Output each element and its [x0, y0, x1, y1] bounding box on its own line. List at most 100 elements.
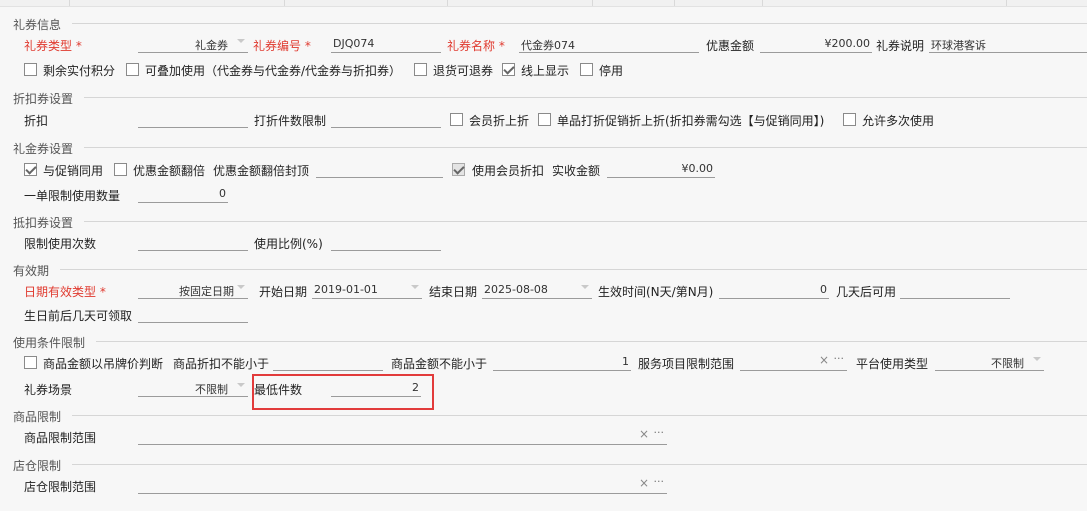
product-range-label: 商品限制范围 [24, 431, 97, 445]
stackable-label: 可叠加使用（代金券与代金券/代金券与折扣券） [145, 64, 402, 78]
section-title-gift: 礼金券设置 [13, 142, 74, 156]
allow-multiple-label: 允许多次使用 [862, 114, 935, 128]
clear-icon[interactable]: × [639, 476, 649, 490]
allow-multiple-checkbox[interactable] [843, 113, 856, 126]
received-amount-input[interactable]: ¥0.00 [607, 160, 715, 178]
with-promotion-label: 与促销同用 [43, 164, 104, 178]
section-title-validity: 有效期 [13, 264, 50, 278]
clear-icon[interactable]: × [639, 427, 649, 441]
more-icon[interactable]: ··· [834, 352, 845, 365]
item-limit-input[interactable] [331, 110, 441, 128]
chevron-down-icon [237, 383, 245, 387]
disable-checkbox[interactable] [580, 63, 593, 76]
remaining-points-label: 剩余实付积分 [43, 64, 116, 78]
usage-ratio-label: 使用比例(%) [254, 237, 323, 251]
coupon-desc-label: 礼券说明 [876, 39, 925, 53]
birthday-days-input[interactable] [138, 305, 248, 323]
date-type-select[interactable]: 按固定日期 [138, 281, 248, 299]
remaining-points-checkbox[interactable] [24, 63, 37, 76]
discount-label: 折扣 [24, 114, 49, 128]
highlight-box [252, 374, 434, 410]
discount-input[interactable] [138, 110, 248, 128]
amount-double-label: 优惠金额翻倍 [133, 164, 206, 178]
min-discount-input[interactable] [273, 353, 383, 371]
usage-ratio-input[interactable] [331, 233, 441, 251]
section-divider [72, 464, 1087, 465]
min-amount-input[interactable]: 1 [493, 353, 631, 371]
order-limit-label: 一单限制使用数量 [24, 189, 121, 203]
start-date-picker[interactable]: 2019-01-01 [312, 281, 422, 299]
coupon-name-label: 礼券名称 [447, 37, 505, 54]
double-cap-input[interactable] [316, 160, 443, 178]
section-divider [84, 147, 1087, 148]
date-type-label: 日期有效类型 [24, 283, 106, 300]
days-after-label: 几天后可用 [836, 285, 897, 299]
coupon-type-select[interactable]: 礼金券 [138, 35, 248, 53]
section-title-deduction: 抵扣券设置 [13, 216, 74, 230]
coupon-scene-select[interactable]: 不限制 [138, 379, 248, 397]
coupon-scene-label: 礼券场景 [24, 383, 73, 397]
service-range-picker[interactable]: × ··· [740, 352, 847, 371]
min-amount-label: 商品金额不能小于 [391, 357, 488, 371]
coupon-name-input[interactable]: 代金券074 [519, 35, 699, 53]
service-range-label: 服务项目限制范围 [638, 357, 735, 371]
received-amount-label: 实收金额 [552, 164, 601, 178]
section-title-store: 店仓限制 [13, 459, 62, 473]
store-range-label: 店仓限制范围 [24, 480, 97, 494]
with-promotion-checkbox[interactable] [24, 163, 37, 176]
member-double-discount-checkbox[interactable] [450, 113, 463, 126]
end-date-label: 结束日期 [429, 285, 478, 299]
more-icon[interactable]: ··· [654, 475, 665, 488]
order-limit-input[interactable]: 0 [138, 185, 228, 203]
section-title-discount: 折扣券设置 [13, 92, 74, 106]
store-range-picker[interactable]: × ··· [138, 475, 667, 494]
discount-amount-input[interactable]: ¥200.00 [760, 35, 872, 53]
section-divider [72, 23, 1087, 24]
coupon-type-label: 礼券类型 [24, 37, 82, 54]
birthday-days-label: 生日前后几天可领取 [24, 309, 133, 323]
usage-times-label: 限制使用次数 [24, 237, 97, 251]
section-title-coupon-info: 礼券信息 [13, 18, 62, 32]
end-date-picker[interactable]: 2025-08-08 [482, 281, 592, 299]
section-divider [84, 97, 1087, 98]
section-divider [60, 269, 1087, 270]
coupon-code-input[interactable]: DJQ074 [331, 35, 441, 53]
effect-time-label: 生效时间(N天/第N月) [598, 285, 714, 299]
platform-type-label: 平台使用类型 [856, 357, 929, 371]
member-discount-checkbox[interactable] [452, 163, 465, 176]
online-display-checkbox[interactable] [502, 63, 515, 76]
section-divider [72, 415, 1087, 416]
discount-amount-label: 优惠金额 [706, 39, 755, 53]
chevron-down-icon [237, 285, 245, 289]
section-title-conditions: 使用条件限制 [13, 336, 86, 350]
start-date-label: 开始日期 [259, 285, 308, 299]
single-item-discount-label: 单品打折促销折上折(折扣券需勾选【与促销同用】) [557, 114, 825, 128]
double-cap-label: 优惠金额翻倍封顶 [213, 164, 310, 178]
item-limit-label: 打折件数限制 [254, 114, 327, 128]
chevron-down-icon [581, 285, 589, 289]
days-after-input[interactable] [900, 281, 1010, 299]
section-divider [84, 221, 1087, 222]
top-toolbar-strip [0, 0, 1087, 7]
amount-double-checkbox[interactable] [114, 163, 127, 176]
tag-price-label: 商品金额以吊牌价判断 [43, 357, 164, 371]
stackable-checkbox[interactable] [126, 63, 139, 76]
single-item-discount-checkbox[interactable] [538, 113, 551, 126]
coupon-desc-input[interactable]: 环球港客诉 [929, 35, 1087, 53]
member-discount-label: 使用会员折扣 [472, 164, 545, 178]
disable-label: 停用 [599, 64, 624, 78]
online-display-label: 线上显示 [521, 64, 570, 78]
tag-price-checkbox[interactable] [24, 356, 37, 369]
min-discount-label: 商品折扣不能小于 [173, 357, 270, 371]
usage-times-input[interactable] [138, 233, 248, 251]
product-range-picker[interactable]: × ··· [138, 426, 667, 445]
platform-type-select[interactable]: 不限制 [935, 353, 1044, 371]
more-icon[interactable]: ··· [654, 426, 665, 439]
refundable-label: 退货可退券 [433, 64, 494, 78]
section-divider [96, 341, 1087, 342]
effect-time-input[interactable]: 0 [719, 281, 829, 299]
refundable-checkbox[interactable] [414, 63, 427, 76]
coupon-code-label: 礼券编号 [253, 37, 311, 54]
clear-icon[interactable]: × [819, 353, 829, 367]
member-double-discount-label: 会员折上折 [469, 114, 530, 128]
